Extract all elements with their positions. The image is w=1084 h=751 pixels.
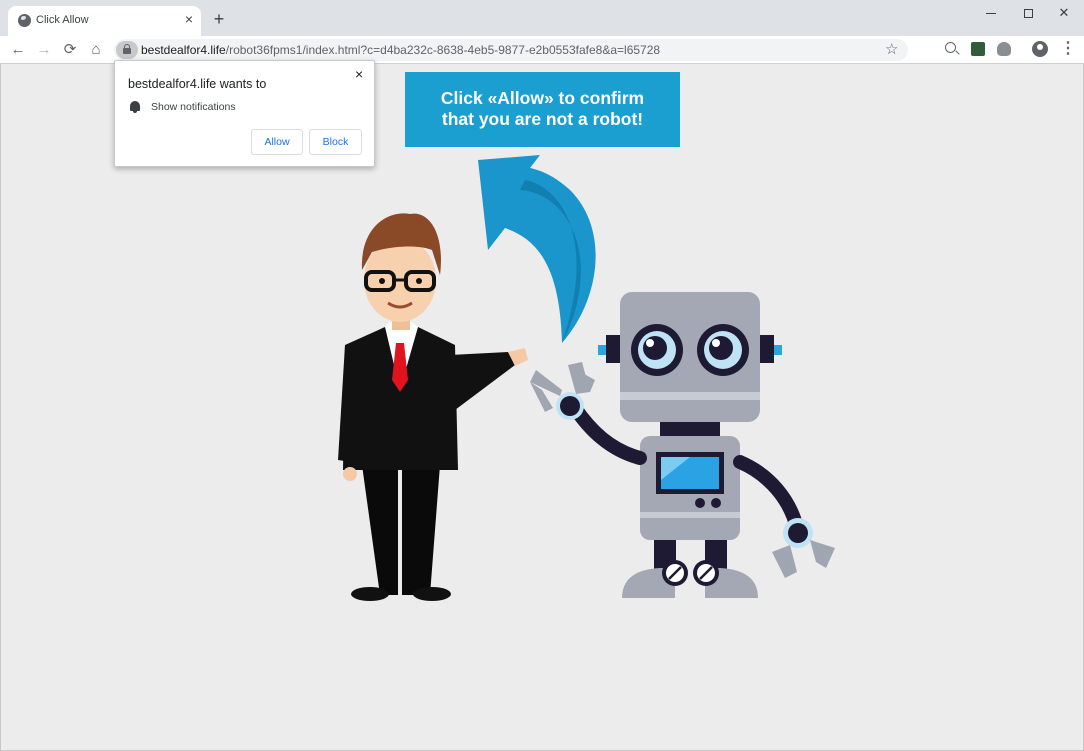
bookmark-star-icon[interactable]: ☆ <box>885 40 898 58</box>
minimize-button[interactable] <box>975 2 1007 24</box>
bell-icon <box>130 101 140 113</box>
zoom-icon[interactable] <box>945 42 956 53</box>
maximize-button[interactable] <box>1012 2 1044 24</box>
title-bar: Click Allow × + ✕ <box>0 0 1084 36</box>
profile-avatar-icon[interactable] <box>1032 41 1048 57</box>
close-tab-icon[interactable]: × <box>181 11 197 27</box>
robot-figure <box>530 292 835 598</box>
browser-tab[interactable]: Click Allow × <box>8 6 201 36</box>
extension-icon[interactable] <box>997 42 1011 56</box>
close-window-button[interactable]: ✕ <box>1048 2 1080 24</box>
reload-button[interactable]: ⟳ <box>60 40 80 60</box>
permission-item: Show notifications <box>151 101 236 113</box>
lock-icon <box>123 44 131 54</box>
url-text[interactable]: bestdealfor4.life/robot36fpms1/index.htm… <box>141 43 660 57</box>
allow-button[interactable]: Allow <box>251 129 303 155</box>
globe-icon <box>18 14 31 27</box>
home-button[interactable]: ⌂ <box>86 40 106 60</box>
businessman-figure <box>338 213 528 601</box>
forward-button[interactable]: → <box>34 40 54 60</box>
extension-icon[interactable] <box>971 42 985 56</box>
close-icon[interactable]: × <box>355 66 363 82</box>
site-info-button[interactable] <box>116 41 138 59</box>
menu-icon[interactable]: ⋮ <box>1060 41 1076 57</box>
maximize-icon <box>1023 9 1033 19</box>
back-button[interactable]: ← <box>8 40 28 60</box>
notification-permission-prompt: bestdealfor4.life wants to × Show notifi… <box>114 60 375 167</box>
curved-arrow-icon <box>478 155 596 343</box>
block-button[interactable]: Block <box>309 129 362 155</box>
url-host: bestdealfor4.life <box>141 43 226 57</box>
minimize-icon <box>986 13 996 15</box>
illustration <box>338 155 835 601</box>
tab-title: Click Allow <box>36 14 89 26</box>
prompt-title: bestdealfor4.life wants to <box>128 77 267 91</box>
url-path: /robot36fpms1/index.html?c=d4ba232c-8638… <box>225 43 661 57</box>
address-bar[interactable]: bestdealfor4.life/robot36fpms1/index.htm… <box>114 39 908 61</box>
new-tab-button[interactable]: + <box>209 9 229 29</box>
